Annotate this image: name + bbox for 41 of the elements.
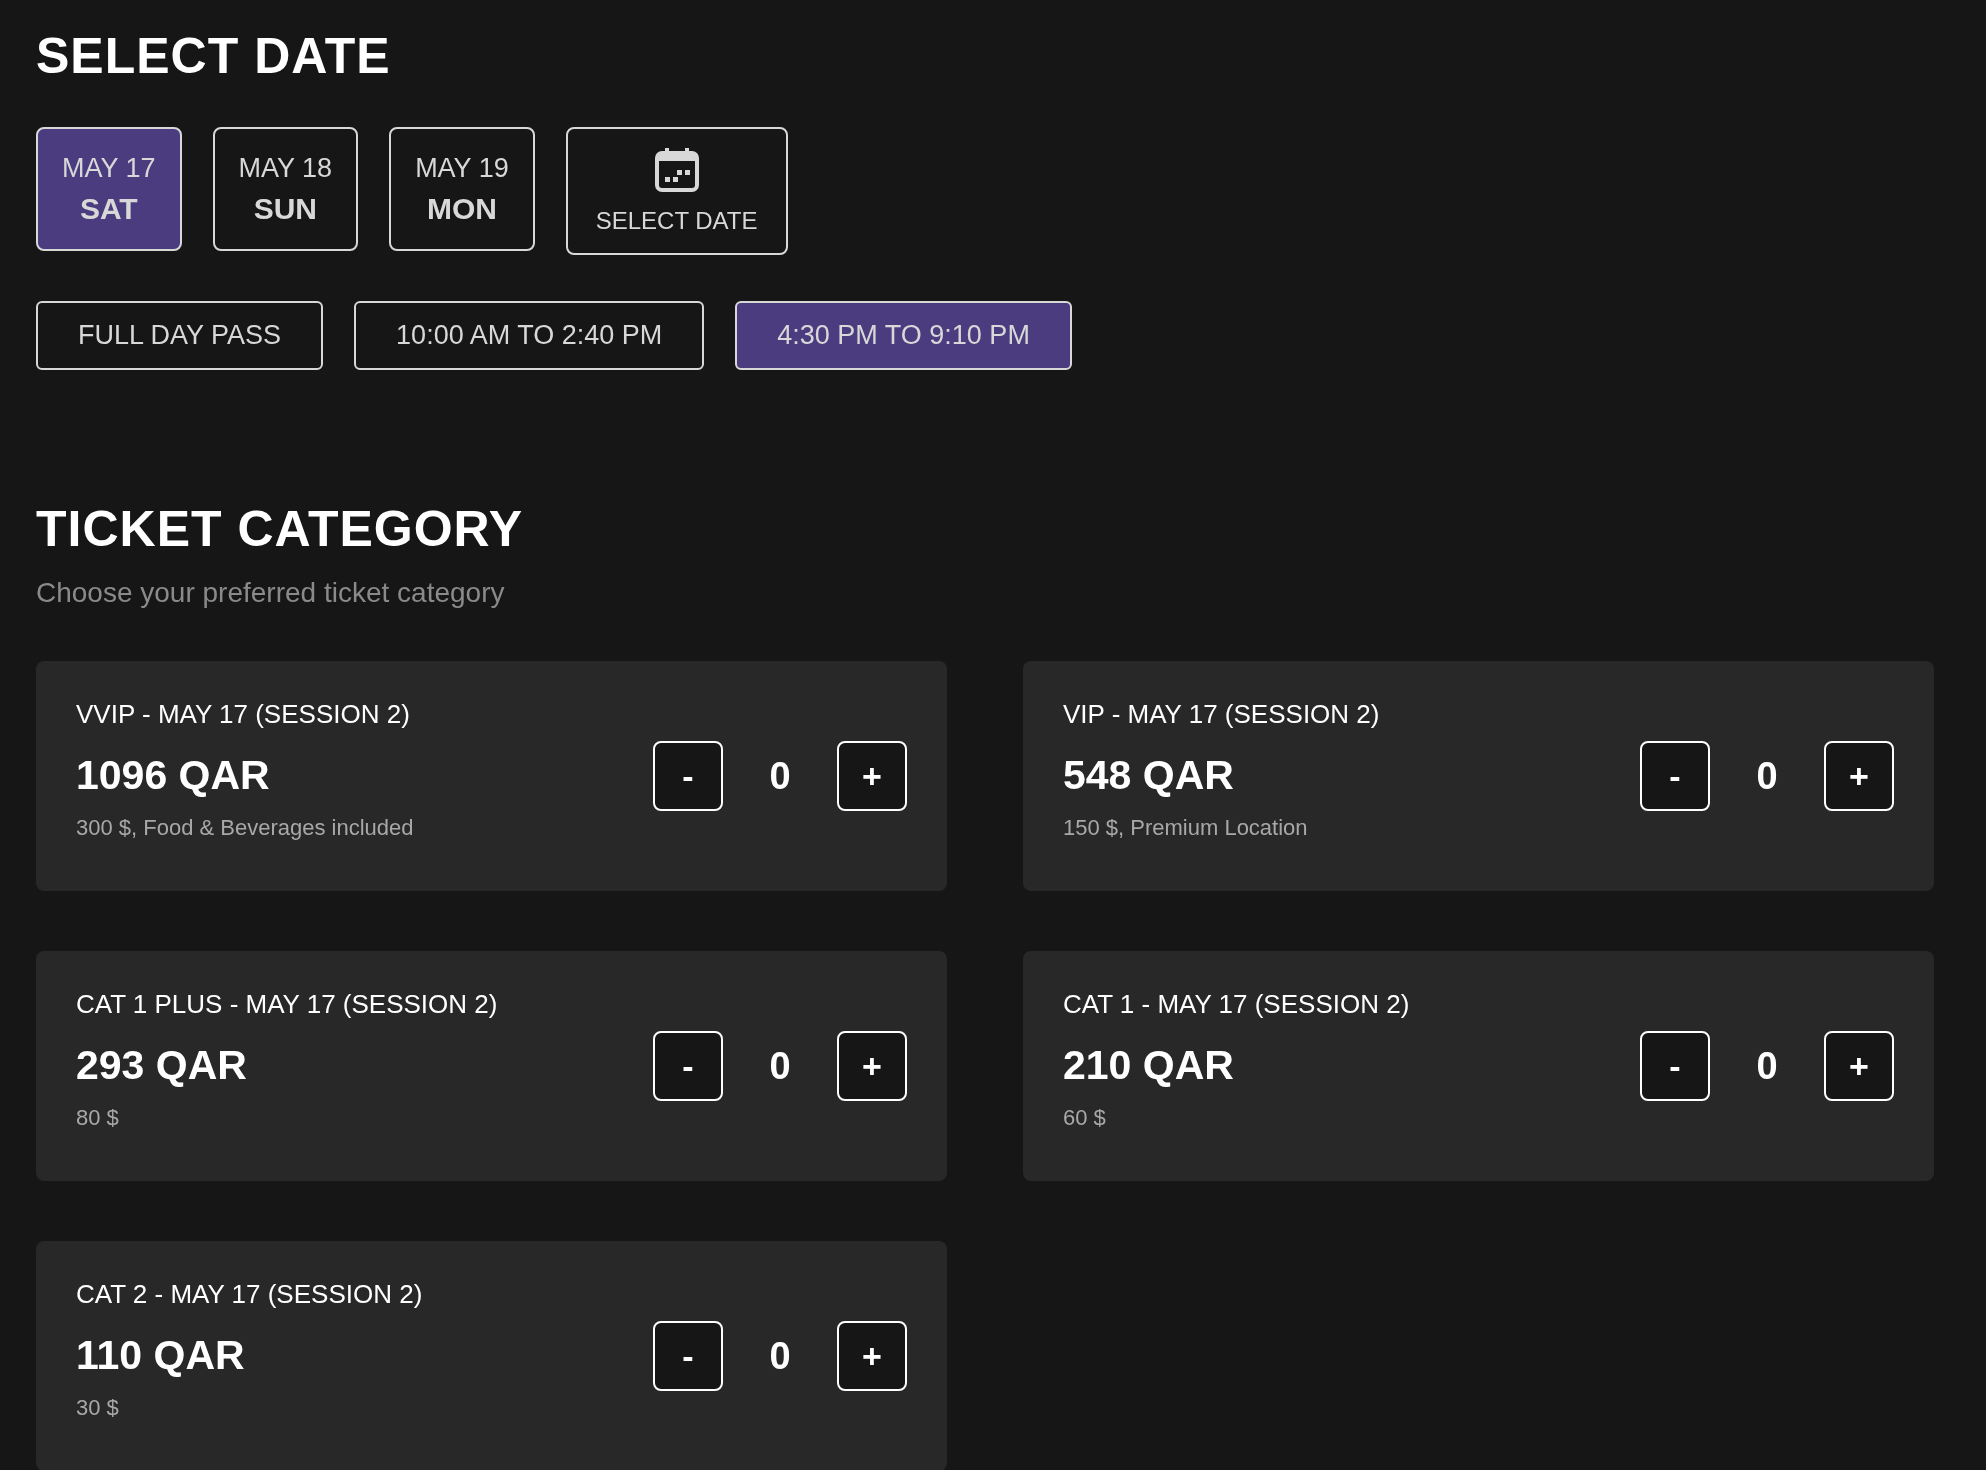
ticket-price: 110 QAR xyxy=(76,1332,246,1379)
session-button[interactable]: FULL DAY PASS xyxy=(36,301,324,370)
ticket-name: CAT 1 PLUS - MAY 17 (SESSION 2) xyxy=(76,989,498,1020)
increase-button[interactable]: + xyxy=(1824,1031,1894,1101)
decrease-button[interactable]: - xyxy=(653,1321,723,1391)
ticket-name: CAT 1 - MAY 17 (SESSION 2) xyxy=(1063,989,1410,1020)
quantity-value: 0 xyxy=(1755,1044,1779,1088)
ticket-note: 300 $, Food & Beverages included xyxy=(76,815,414,841)
ticket-price: 293 QAR xyxy=(76,1042,248,1089)
section-title: SELECT DATE xyxy=(36,30,392,82)
date-button[interactable]: MAY 18 SUN xyxy=(212,127,359,251)
date-picker-button[interactable]: SELECT DATE xyxy=(565,127,788,255)
ticket-price: 210 QAR xyxy=(1063,1042,1235,1089)
increase-button[interactable]: + xyxy=(837,741,907,811)
ticket-name: VIP - MAY 17 (SESSION 2) xyxy=(1063,699,1380,730)
ticket-note: 80 $ xyxy=(76,1105,120,1131)
increase-button[interactable]: + xyxy=(1824,741,1894,811)
date-button[interactable]: MAY 17 SAT xyxy=(36,127,182,251)
decrease-button[interactable]: - xyxy=(1640,1031,1710,1101)
quantity-value: 0 xyxy=(768,1044,792,1088)
section-subtitle: Choose your preferred ticket category xyxy=(36,577,506,609)
session-button[interactable]: 10:00 AM TO 2:40 PM xyxy=(354,301,705,370)
ticket-note: 150 $, Premium Location xyxy=(1063,815,1309,841)
calendar-icon xyxy=(653,147,700,193)
ticket-note: 60 $ xyxy=(1063,1105,1107,1131)
quantity-value: 0 xyxy=(1755,754,1779,798)
quantity-value: 0 xyxy=(768,754,792,798)
increase-button[interactable]: + xyxy=(837,1321,907,1391)
ticket-price: 1096 QAR xyxy=(76,752,271,799)
date-button[interactable]: MAY 19 MON xyxy=(389,127,535,251)
ticket-name: CAT 2 - MAY 17 (SESSION 2) xyxy=(76,1279,423,1310)
decrease-button[interactable]: - xyxy=(653,741,723,811)
ticket-note: 30 $ xyxy=(76,1395,120,1421)
increase-button[interactable]: + xyxy=(837,1031,907,1101)
session-button[interactable]: 4:30 PM TO 9:10 PM xyxy=(735,301,1072,370)
decrease-button[interactable]: - xyxy=(653,1031,723,1101)
section-title: TICKET CATEGORY xyxy=(36,503,525,555)
quantity-value: 0 xyxy=(768,1334,792,1378)
decrease-button[interactable]: - xyxy=(1640,741,1710,811)
ticket-price: 548 QAR xyxy=(1063,752,1235,799)
ticket-name: VVIP - MAY 17 (SESSION 2) xyxy=(76,699,411,730)
